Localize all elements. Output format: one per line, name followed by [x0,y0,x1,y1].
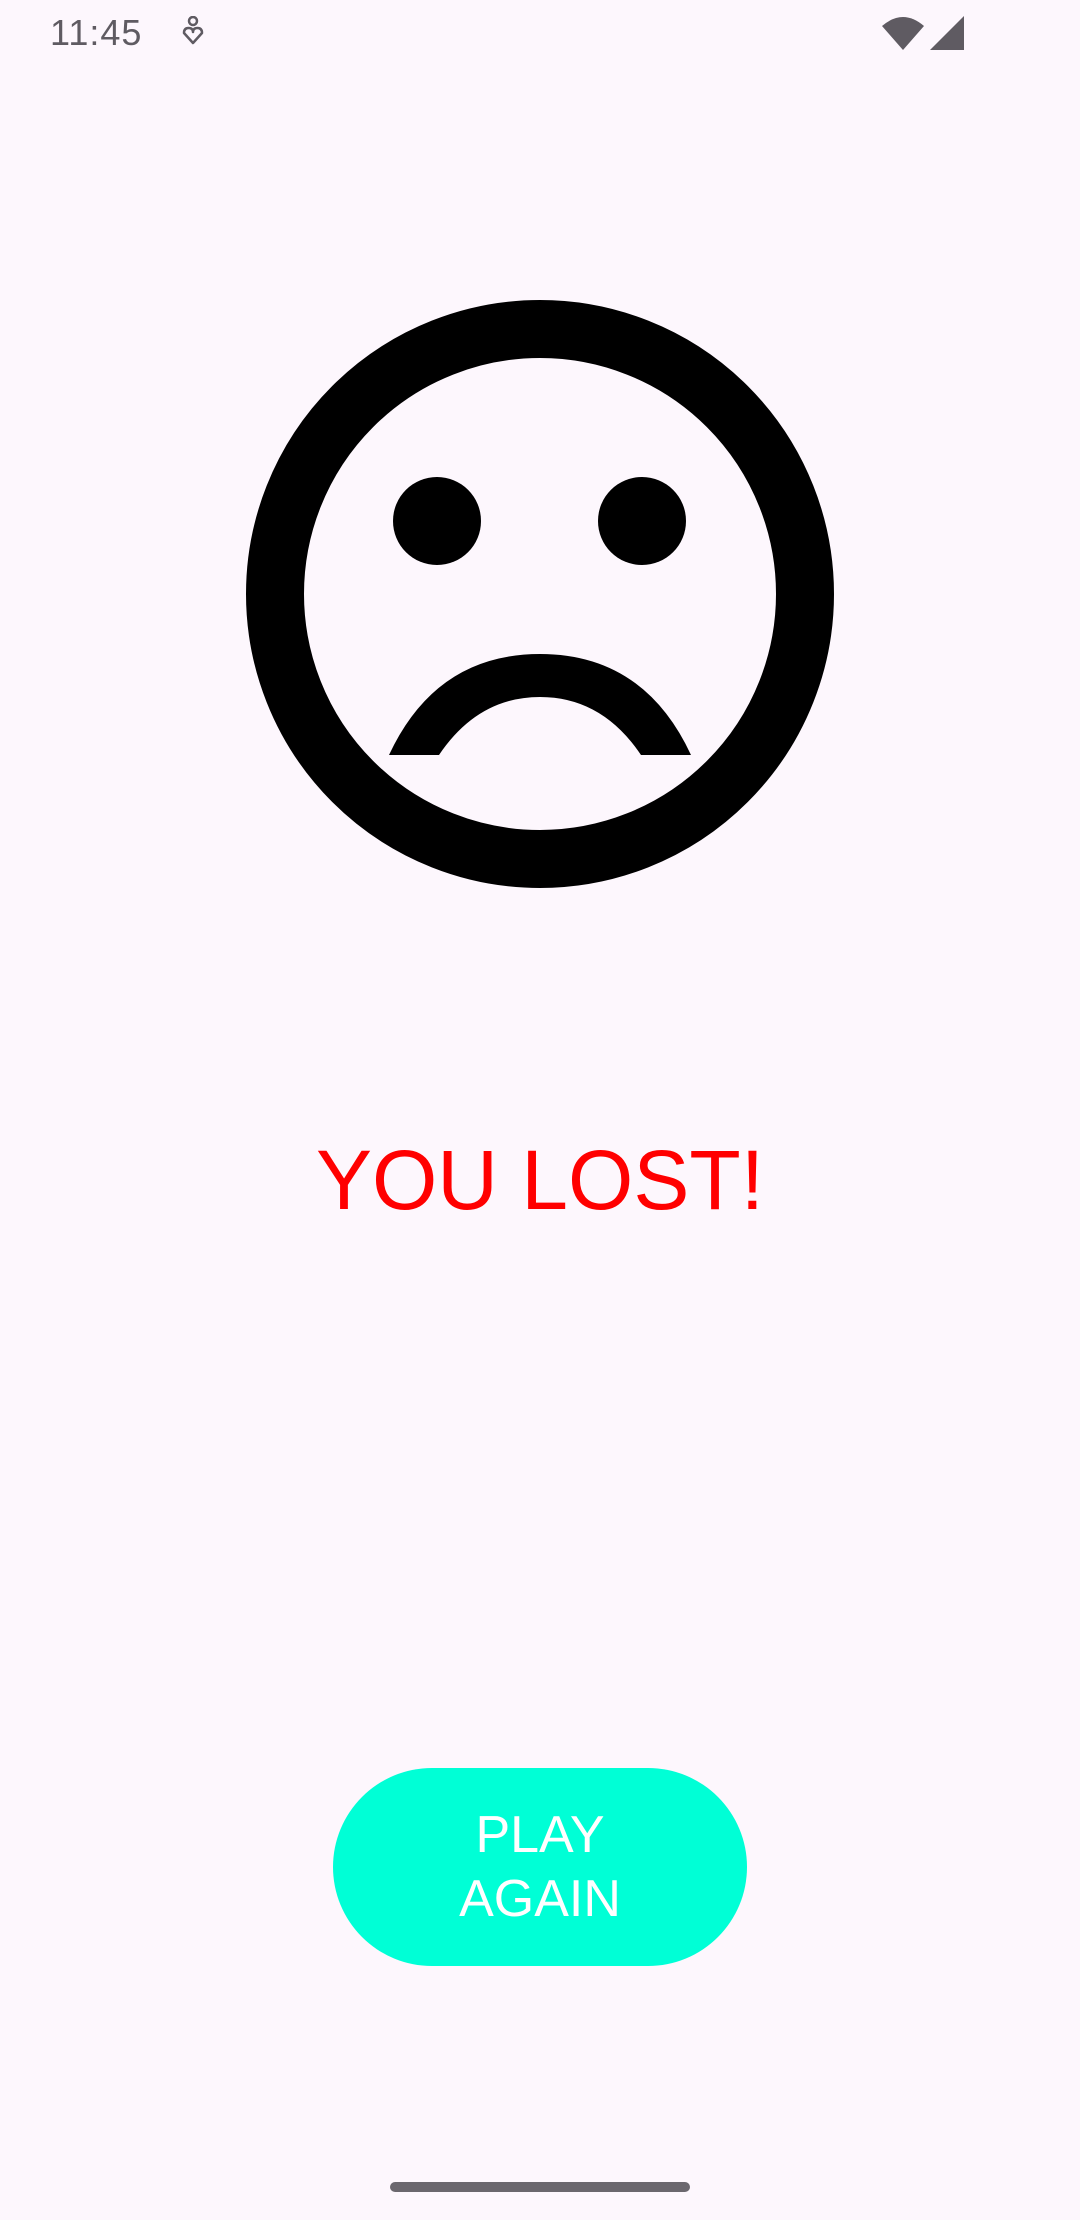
right-eye [598,477,686,565]
result-text: YOU LOST! [315,1133,765,1227]
signal-icon [930,16,964,50]
navigation-handle[interactable] [390,2182,690,2192]
left-eye [393,477,481,565]
sad-face-icon [246,300,834,888]
face-outline [246,300,834,888]
notification-icon [182,16,204,45]
status-time: 11:45 [50,12,143,53]
play-again-button[interactable]: PLAY AGAIN [333,1768,747,1966]
frown-mouth [389,654,691,755]
status-bar: 11:45 [0,0,1080,70]
wifi-icon [882,17,924,50]
